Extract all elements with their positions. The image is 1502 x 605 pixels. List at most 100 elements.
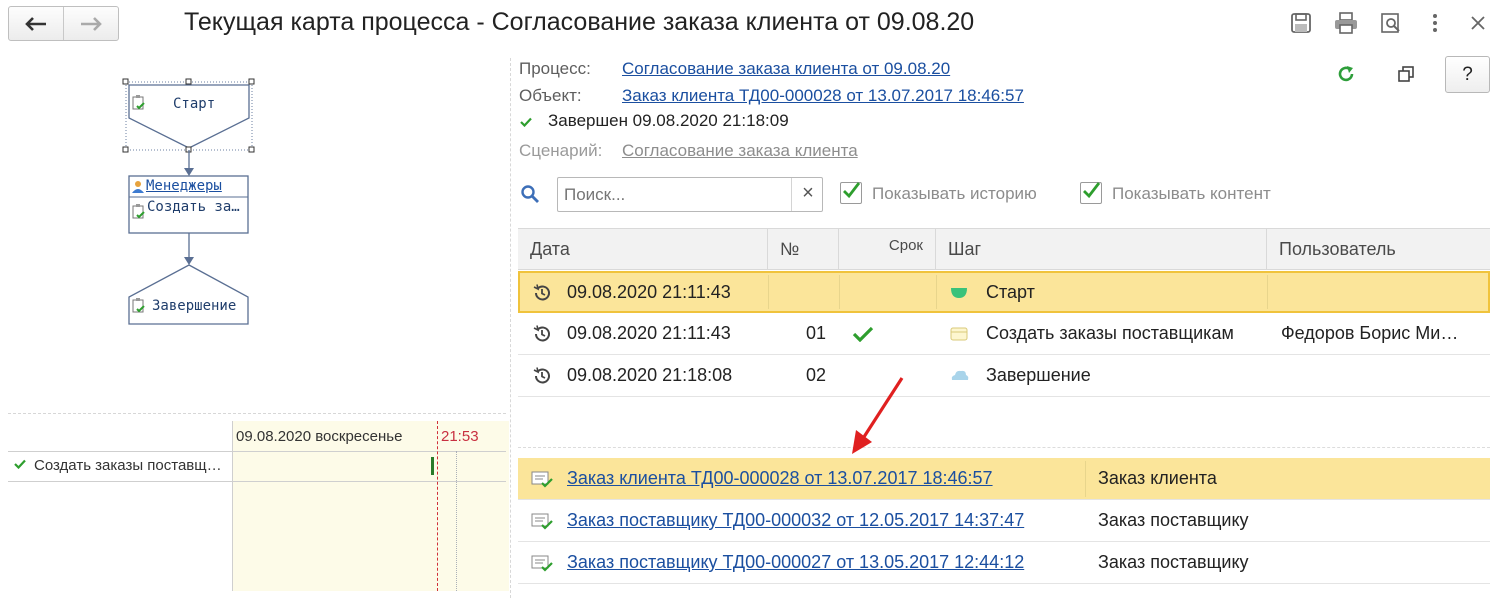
gantt-task-bar[interactable]: [431, 457, 434, 475]
process-label: Процесс:: [519, 59, 591, 78]
status-text: Завершен 09.08.2020 21:18:09: [548, 111, 789, 130]
gantt-row-line: [8, 481, 506, 482]
show-content-label[interactable]: Показывать контент: [1112, 184, 1271, 204]
check-icon: [14, 459, 26, 469]
checkmark-icon: [1083, 182, 1101, 199]
table-row[interactable]: 09.08.2020 21:18:08 02 Завершение: [518, 355, 1490, 397]
column-header-deadline[interactable]: Срок: [839, 229, 936, 269]
gantt-grid-line: [456, 451, 457, 591]
document-row[interactable]: Заказ клиента ТД00-000028 от 13.07.2017 …: [518, 458, 1490, 500]
document-check-icon: [531, 471, 553, 488]
map-end-label: Завершение: [152, 298, 237, 314]
history-icon: [533, 284, 550, 301]
show-content-checkbox[interactable]: [1080, 182, 1102, 204]
user-icon: [132, 181, 144, 193]
panel-splitter[interactable]: [510, 58, 511, 598]
document-row[interactable]: Заказ поставщику ТД00-000027 от 13.05.20…: [518, 542, 1490, 584]
open-window-icon: [1398, 66, 1414, 82]
column-header-date[interactable]: Дата: [518, 229, 768, 269]
history-icon: [533, 367, 550, 384]
magnifier-document-icon: [1381, 13, 1400, 33]
document-check-icon: [531, 513, 553, 530]
check-icon: [520, 117, 532, 127]
column-header-step[interactable]: Шаг: [936, 229, 1267, 269]
document-type: Заказ клиента: [1098, 468, 1217, 488]
gantt-task-label[interactable]: Создать заказы поставщ…: [34, 457, 222, 474]
object-label: Объект:: [519, 86, 582, 105]
process-map: [122, 78, 255, 325]
gantt-time-marker: 21:53: [441, 428, 479, 445]
document-type: Заказ поставщику: [1098, 510, 1249, 530]
arrow-right-icon: [81, 16, 102, 31]
checkmark-icon: [843, 182, 861, 199]
document-link[interactable]: Заказ поставщику ТД00-000027 от 13.05.20…: [567, 552, 1024, 573]
start-step-icon: [951, 288, 967, 298]
show-history-label[interactable]: Показывать историю: [872, 184, 1037, 204]
search-input[interactable]: [562, 181, 788, 208]
task-status-icon: [132, 95, 145, 110]
printer-icon: [1335, 12, 1357, 34]
print-button[interactable]: [1333, 10, 1359, 36]
forward-button[interactable]: [63, 7, 118, 40]
column-header-user[interactable]: Пользователь: [1267, 229, 1490, 269]
window-title: Текущая карта процесса - Согласование за…: [184, 8, 975, 36]
row-user: Федоров Борис Ми…: [1281, 323, 1459, 343]
deadline-met-check-icon: [852, 326, 874, 342]
column-divider: [1085, 461, 1086, 497]
task-status-icon: [132, 298, 145, 313]
row-step: Создать заказы поставщикам: [986, 323, 1234, 343]
table-row[interactable]: 09.08.2020 21:11:43 01 Создать заказы по…: [518, 313, 1490, 355]
object-link[interactable]: Заказ клиента ТД00-000028 от 13.07.2017 …: [622, 86, 1024, 106]
save-button[interactable]: [1288, 10, 1314, 36]
more-vertical-icon: [1433, 14, 1437, 32]
search-box: ×: [557, 177, 823, 212]
task-status-icon: [132, 204, 145, 219]
row-date: 09.08.2020 21:11:43: [567, 281, 731, 302]
back-button[interactable]: [9, 7, 63, 40]
row-number: 02: [805, 365, 826, 385]
gantt-divider: [8, 413, 506, 414]
row-number: [770, 273, 830, 311]
document-check-icon: [531, 555, 553, 572]
row-date: 09.08.2020 21:18:08: [567, 365, 733, 385]
map-task-label: Создать за…: [147, 199, 240, 215]
close-button[interactable]: [1465, 10, 1491, 36]
map-task-role[interactable]: Менеджеры: [146, 178, 222, 194]
gantt-date-header: 09.08.2020 воскресенье: [236, 428, 403, 445]
row-number: 01: [805, 323, 826, 343]
show-history-checkbox[interactable]: [840, 182, 862, 204]
search-clear-button[interactable]: ×: [797, 182, 819, 205]
task-step-icon: [950, 327, 968, 341]
table-row[interactable]: 09.08.2020 21:11:43 Старт: [518, 271, 1490, 313]
document-link[interactable]: Заказ клиента ТД00-000028 от 13.07.2017 …: [567, 468, 993, 489]
process-link[interactable]: Согласование заказа клиента от 09.08.20: [622, 59, 950, 79]
gantt-header-line: [8, 451, 506, 452]
help-button[interactable]: ?: [1445, 56, 1490, 93]
annotation-arrow: [852, 377, 904, 454]
map-node-end[interactable]: [128, 264, 249, 325]
end-step-icon: [951, 370, 969, 380]
refresh-button[interactable]: [1334, 62, 1358, 86]
map-node-start[interactable]: [122, 78, 255, 153]
scenario-label: Сценарий:: [519, 141, 603, 160]
table-splitter[interactable]: [518, 398, 1490, 448]
search-icon[interactable]: [520, 184, 540, 204]
row-date: 09.08.2020 21:11:43: [567, 323, 731, 343]
document-link[interactable]: Заказ поставщику ТД00-000032 от 12.05.20…: [567, 510, 1024, 531]
column-header-number[interactable]: №: [768, 229, 839, 269]
row-step: Старт: [986, 281, 1035, 302]
more-menu-button[interactable]: [1422, 10, 1448, 36]
navigation-buttons: [8, 6, 119, 41]
scenario-link[interactable]: Согласование заказа клиента: [622, 141, 858, 161]
gantt-timeline-area: [232, 421, 509, 591]
document-type: Заказ поставщику: [1098, 552, 1249, 572]
preview-button[interactable]: [1378, 10, 1404, 36]
steps-table-header: Дата № Срок Шаг Пользователь: [518, 228, 1490, 270]
search-divider: [791, 178, 792, 211]
arrow-left-icon: [25, 16, 46, 31]
close-icon: [1471, 16, 1485, 30]
document-row[interactable]: Заказ поставщику ТД00-000032 от 12.05.20…: [518, 500, 1490, 542]
history-icon: [533, 325, 550, 342]
gantt-now-line: [437, 421, 438, 591]
open-window-button[interactable]: [1394, 62, 1418, 86]
